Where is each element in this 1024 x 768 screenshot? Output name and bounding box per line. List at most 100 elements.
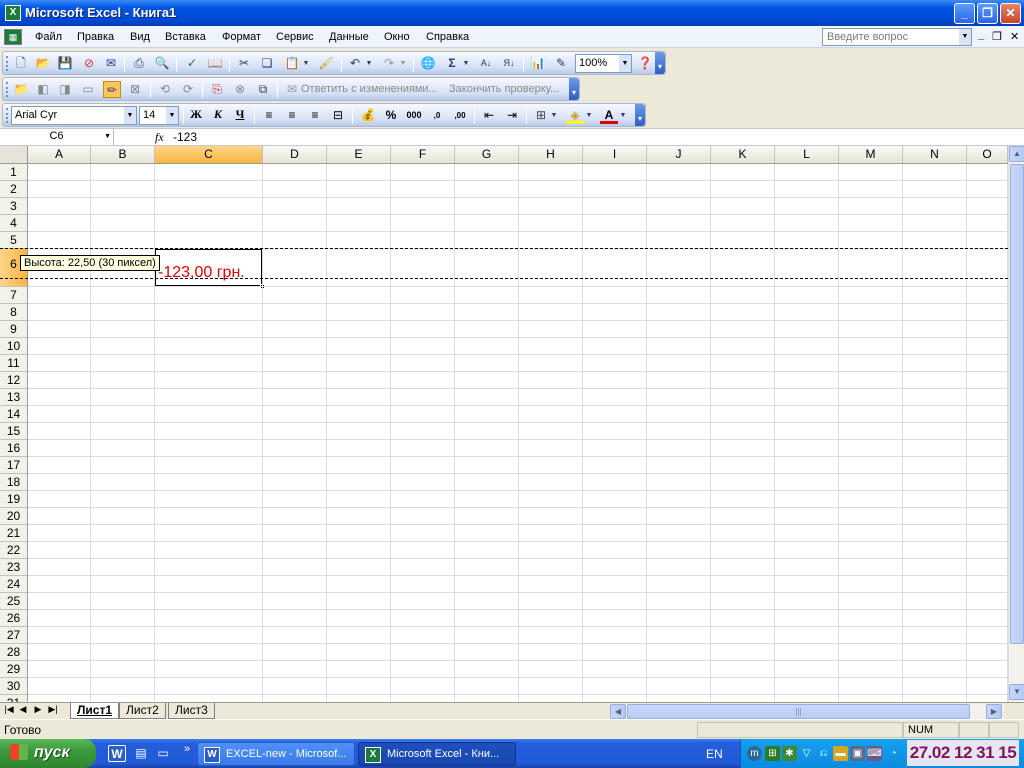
drive-tray-icon[interactable]: ▬ [833, 746, 848, 761]
sort-descending-icon[interactable]: Я↓ [500, 55, 518, 72]
comma-style-button[interactable]: 000 [405, 107, 423, 124]
scroll-down-icon[interactable]: ▼ [1009, 684, 1024, 700]
column-header-o[interactable]: O [967, 146, 1008, 163]
scroll-left-icon[interactable]: ◀ [610, 704, 626, 719]
column-header-i[interactable]: I [583, 146, 647, 163]
display-tray-icon[interactable]: ▣ [850, 746, 865, 761]
sheet-tab-1[interactable]: Лист1 [70, 703, 120, 719]
column-header-j[interactable]: J [647, 146, 711, 163]
document-icon[interactable]: ▦ [4, 29, 22, 45]
new-comment-icon[interactable]: ◧ [34, 81, 52, 98]
chevron-down-icon[interactable]: ▼ [619, 55, 631, 72]
previous-sheet-icon[interactable]: ◀ [17, 704, 29, 715]
row-header-24[interactable]: 24 [0, 576, 27, 593]
row-header-17[interactable]: 17 [0, 457, 27, 474]
column-header-d[interactable]: D [263, 146, 327, 163]
column-header-n[interactable]: N [903, 146, 967, 163]
chevron-down-icon[interactable]: ▼ [398, 55, 408, 72]
doc-restore-button[interactable]: ❐ [992, 30, 1002, 43]
language-indicator[interactable]: EN [706, 747, 723, 761]
row-header-12[interactable]: 12 [0, 372, 27, 389]
reject-change-icon[interactable]: ⊗ [231, 81, 249, 98]
increase-decimal-button[interactable]: ,0 [428, 107, 446, 124]
italic-button[interactable]: К [209, 107, 227, 124]
desktop-quicklaunch-icon[interactable]: ▭ [154, 745, 172, 762]
column-header-b[interactable]: B [91, 146, 155, 163]
formula-input[interactable]: -123 [173, 130, 197, 144]
menu-file[interactable]: Файл [35, 31, 62, 43]
toolbar-grip[interactable] [6, 108, 9, 123]
document-quicklaunch-icon[interactable]: ▤ [132, 745, 150, 762]
help-icon[interactable]: ❓ [636, 55, 654, 72]
toolbar-options-icon[interactable]: ▾ [655, 52, 665, 74]
column-header-m[interactable]: M [839, 146, 903, 163]
row-header-19[interactable]: 19 [0, 491, 27, 508]
save-icon[interactable]: 💾 [56, 55, 74, 72]
format-painter-icon[interactable]: 🖌 [317, 55, 335, 72]
row-header-28[interactable]: 28 [0, 644, 27, 661]
next-sheet-icon[interactable]: ▶ [32, 704, 44, 715]
drawing-icon[interactable]: ✎ [552, 55, 570, 72]
comment-icon[interactable]: ▭ [79, 81, 97, 98]
column-header-e[interactable]: E [327, 146, 391, 163]
menu-data[interactable]: Данные [329, 31, 369, 43]
chart-wizard-icon[interactable]: 📊 [529, 55, 547, 72]
sound-tray-icon[interactable]: ◔ [886, 746, 901, 761]
chevron-down-icon[interactable]: ▼ [549, 107, 559, 124]
cell-grid[interactable]: -123,00 грн. [28, 164, 1008, 702]
merge-center-icon[interactable]: ⊟ [329, 107, 347, 124]
filter-tray-icon[interactable]: ▽ [799, 746, 814, 761]
row-header-7[interactable]: 7 [0, 287, 27, 304]
sort-ascending-icon[interactable]: A↓ [477, 55, 495, 72]
align-right-icon[interactable]: ≡ [306, 107, 324, 124]
column-header-c[interactable]: C [155, 146, 263, 163]
spelling-icon[interactable]: ✓ [183, 55, 201, 72]
menu-format[interactable]: Формат [222, 31, 261, 43]
select-all-button[interactable] [0, 146, 28, 164]
clock[interactable]: 27.02 12 31 15 [907, 740, 1019, 766]
track-changes-icon[interactable]: ✏ [103, 81, 121, 98]
row-header-30[interactable]: 30 [0, 678, 27, 695]
undo-icon[interactable]: ↶ [346, 55, 364, 72]
percent-style-button[interactable]: % [382, 107, 400, 124]
chevron-down-icon[interactable]: ▼ [461, 55, 471, 72]
chevron-down-icon[interactable]: ▼ [301, 55, 311, 72]
chevron-down-icon[interactable]: ▼ [584, 107, 594, 124]
chevron-down-icon[interactable]: ▼ [618, 107, 628, 124]
toolbar-options-icon[interactable]: ▾ [569, 78, 579, 100]
zoom-select[interactable]: 100% ▼ [575, 54, 632, 73]
row-header-3[interactable]: 3 [0, 198, 27, 215]
row-header-8[interactable]: 8 [0, 304, 27, 321]
quicklaunch-overflow-icon[interactable]: » [178, 741, 196, 758]
row-header-15[interactable]: 15 [0, 423, 27, 440]
increase-indent-icon[interactable]: ⇥ [503, 107, 521, 124]
row-header-9[interactable]: 9 [0, 321, 27, 338]
menu-tools[interactable]: Сервис [276, 31, 314, 43]
last-sheet-icon[interactable]: ▶| [47, 704, 59, 715]
toolbar-grip[interactable] [6, 82, 9, 97]
close-button[interactable]: ✕ [1000, 3, 1021, 24]
horizontal-scrollbar[interactable]: ◀ ||| ▶ [610, 704, 1004, 719]
task-microsoft-excel[interactable]: X Microsoft Excel - Кни... [358, 742, 516, 766]
column-header-h[interactable]: H [519, 146, 583, 163]
chevron-down-icon[interactable]: ▼ [124, 107, 136, 124]
row-header-11[interactable]: 11 [0, 355, 27, 372]
hyperlink-icon[interactable]: 🌐 [419, 55, 437, 72]
align-center-icon[interactable]: ≡ [283, 107, 301, 124]
fill-color-icon[interactable]: ◈ [566, 107, 584, 124]
folder-icon[interactable]: 📁 [12, 81, 30, 98]
copy-icon[interactable]: ❏ [258, 55, 276, 72]
permission-icon[interactable]: ⊘ [80, 55, 98, 72]
menu-view[interactable]: Вид [130, 31, 150, 43]
borders-icon[interactable]: ⊞ [532, 107, 550, 124]
print-icon[interactable]: ⎙ [130, 55, 148, 72]
menu-edit[interactable]: Правка [77, 31, 114, 43]
open-folder-icon[interactable]: 📂 [34, 55, 52, 72]
sheet-tab-2[interactable]: Лист2 [119, 703, 166, 719]
row-header-26[interactable]: 26 [0, 610, 27, 627]
task-excel-new[interactable]: W EXCEL-new - Microsof... [197, 742, 355, 766]
word-quicklaunch-icon[interactable]: W [108, 745, 126, 762]
new-file-icon[interactable]: 🗋 [12, 55, 30, 72]
row-header-27[interactable]: 27 [0, 627, 27, 644]
toolbar-grip[interactable] [6, 56, 9, 71]
